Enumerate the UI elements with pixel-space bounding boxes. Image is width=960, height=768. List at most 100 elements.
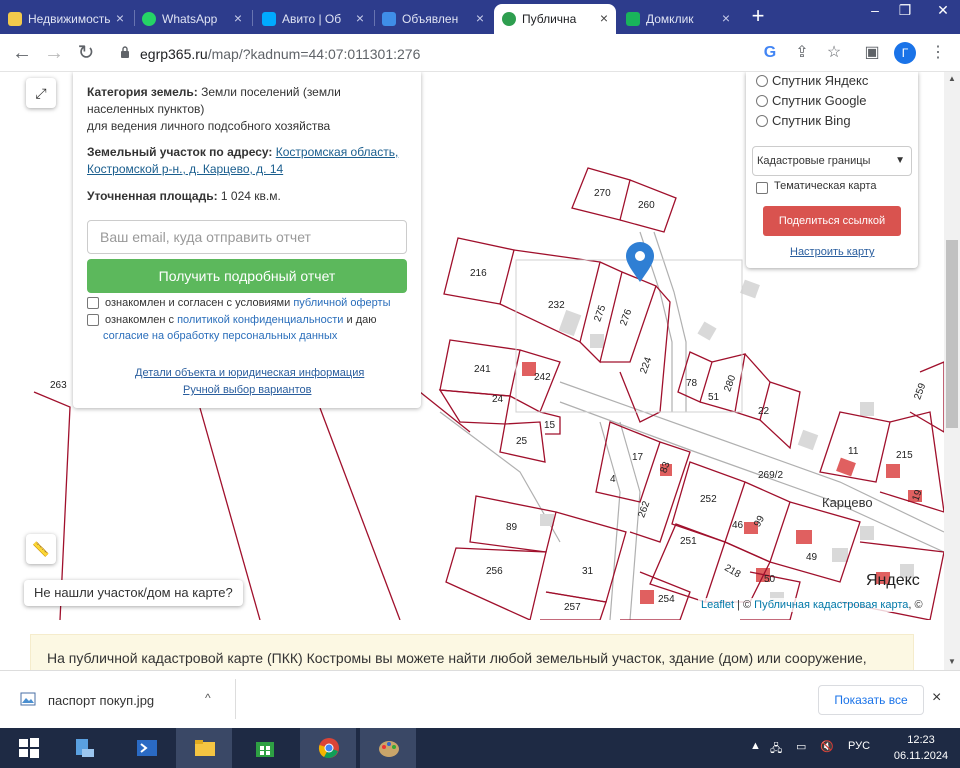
tab-obyavleniya[interactable]: Объявлен ×: [374, 4, 492, 34]
manual-select-link[interactable]: Ручной выбор вариантов: [183, 384, 311, 396]
taskbar-paint-app[interactable]: [360, 728, 416, 768]
plot-label: 241: [474, 364, 491, 375]
share-link-button[interactable]: Поделиться ссылкой: [763, 206, 901, 236]
volume-muted-icon[interactable]: 🔇: [820, 740, 834, 753]
forward-button[interactable]: →: [42, 41, 66, 65]
chevron-up-icon[interactable]: ^: [205, 691, 211, 705]
radio-google-satellite[interactable]: [756, 95, 768, 107]
plot-label: 242: [534, 372, 551, 383]
taskbar-explorer-app[interactable]: [56, 728, 112, 768]
thematic-label: Тематическая карта: [774, 180, 877, 192]
radio-bing-satellite[interactable]: [756, 115, 768, 127]
cadastral-map[interactable]: 263 270 260 216 232 275 276 241 242 24 2…: [0, 72, 944, 620]
plot-label: 232: [548, 300, 565, 311]
personal-data-link[interactable]: согласие на обработку персональных данны…: [103, 328, 337, 344]
taskbar-files-app[interactable]: [176, 728, 232, 768]
side-panel-icon[interactable]: ▣: [862, 43, 882, 63]
menu-kebab-icon[interactable]: ⋮: [928, 43, 948, 63]
lock-icon: [121, 46, 129, 58]
tray-up-icon[interactable]: ▲: [750, 740, 761, 752]
tab-strip: Недвижимость × WhatsApp × Авито | Об × Объя…: [0, 0, 960, 34]
privacy-checkbox[interactable]: [87, 314, 99, 326]
plot-area: Уточненная площадь: 1 024 кв.м.: [87, 189, 281, 203]
monitor-icon[interactable]: ▭: [796, 740, 806, 753]
tab-whatsapp[interactable]: WhatsApp ×: [134, 4, 250, 34]
taskbar-powershell-app[interactable]: [118, 728, 174, 768]
radio-yandex-satellite[interactable]: [756, 75, 768, 87]
plot-label: 263: [50, 380, 67, 391]
close-tab-icon[interactable]: ×: [234, 10, 242, 26]
tab-favicon-icon: [502, 12, 516, 26]
close-window-button[interactable]: ✕: [928, 0, 958, 20]
plot-label: 251: [680, 536, 697, 547]
start-button[interactable]: [0, 728, 56, 768]
close-tab-icon[interactable]: ×: [476, 10, 484, 26]
powershell-icon: [137, 740, 157, 756]
show-all-button[interactable]: Показать все: [818, 685, 924, 715]
plot-label: 254: [658, 594, 675, 605]
close-tab-icon[interactable]: ×: [356, 10, 364, 26]
plot-label: 15: [544, 420, 556, 431]
taskbar-chrome-app[interactable]: [300, 728, 356, 768]
bookmark-star-icon[interactable]: ☆: [824, 43, 844, 63]
offer-checkbox[interactable]: [87, 297, 99, 309]
leaflet-link[interactable]: Leaflet: [701, 599, 734, 611]
get-report-button[interactable]: Получить подробный отчет: [87, 259, 407, 293]
scroll-up-icon[interactable]: ▲: [948, 74, 956, 83]
tab-domclick[interactable]: Домклик ×: [618, 4, 738, 34]
taskbar-store-app[interactable]: [236, 728, 292, 768]
tab-avito[interactable]: Авито | Об ×: [254, 4, 372, 34]
ruler-button[interactable]: 📏: [26, 534, 56, 564]
details-link[interactable]: Детали объекта и юридическая информация: [135, 367, 364, 379]
offer-link[interactable]: публичной оферты: [293, 297, 390, 309]
download-separator: [235, 679, 236, 719]
tab-publichnaya[interactable]: Публична ×: [494, 4, 616, 34]
language-indicator[interactable]: РУС: [848, 740, 870, 752]
url-text[interactable]: egrp365.ru/map/?kadnum=44:07:011301:276: [140, 46, 420, 62]
profile-avatar[interactable]: Г: [894, 42, 916, 64]
store-icon: [256, 742, 274, 757]
pkk-link[interactable]: Публичная кадастровая карта: [754, 599, 908, 611]
windows-icon: [19, 738, 39, 758]
download-bar: паспорт покуп.jpg ^ Показать все ×: [0, 670, 960, 728]
plot-label: 215: [896, 450, 913, 461]
close-download-bar-icon[interactable]: ×: [932, 689, 941, 707]
plot-label: 31: [582, 566, 594, 577]
not-found-button[interactable]: Не нашли участок/дом на карте?: [24, 580, 243, 606]
scroll-down-icon[interactable]: ▼: [948, 657, 956, 666]
back-button[interactable]: ←: [10, 41, 34, 65]
offer-consent-text: ознакомлен и согласен с условиями публич…: [105, 297, 391, 309]
thematic-checkbox[interactable]: [756, 182, 768, 194]
place-label: Карцево: [822, 495, 873, 510]
plot-label: 270: [594, 188, 611, 199]
fullscreen-button[interactable]: ⤢: [26, 78, 56, 108]
plot-label: 46: [732, 520, 744, 531]
close-tab-icon[interactable]: ×: [600, 10, 608, 26]
close-tab-icon[interactable]: ×: [116, 10, 124, 26]
expand-icon: ⤢: [35, 85, 47, 101]
plot-label: 256: [486, 566, 503, 577]
network-icon[interactable]: 🖧: [770, 740, 782, 759]
email-input[interactable]: Ваш email, куда отправить отчет: [87, 220, 407, 254]
close-tab-icon[interactable]: ×: [722, 10, 730, 26]
privacy-link[interactable]: политикой конфиденциальности: [177, 314, 343, 326]
layer-select[interactable]: Кадастровые границы ▼: [752, 146, 912, 176]
setup-map-link[interactable]: Настроить карту: [790, 246, 875, 258]
plot-label: 49: [806, 552, 818, 563]
restore-button[interactable]: ❐: [890, 0, 920, 20]
clock[interactable]: 12:23 06.11.2024: [893, 732, 949, 764]
reload-button[interactable]: ↻: [74, 41, 98, 65]
minimize-button[interactable]: –: [860, 0, 890, 20]
new-tab-button[interactable]: +: [746, 4, 770, 28]
ruler-icon: 📏: [32, 541, 50, 557]
google-icon[interactable]: G: [760, 43, 780, 63]
browser-window: Недвижимость × WhatsApp × Авито | Об × Объя…: [0, 0, 960, 768]
address-bar[interactable]: egrp365.ru/map/?kadnum=44:07:011301:276: [110, 38, 750, 68]
download-filename[interactable]: паспорт покуп.jpg: [48, 693, 154, 708]
share-icon[interactable]: ⇪: [792, 43, 812, 63]
paint-palette-icon: [379, 741, 399, 757]
tab-favicon-icon: [626, 12, 640, 26]
tab-nedvizhimost[interactable]: Недвижимость ×: [0, 4, 132, 34]
radio-label: Спутник Яндекс: [772, 73, 869, 88]
scrollbar-thumb[interactable]: [946, 240, 958, 428]
